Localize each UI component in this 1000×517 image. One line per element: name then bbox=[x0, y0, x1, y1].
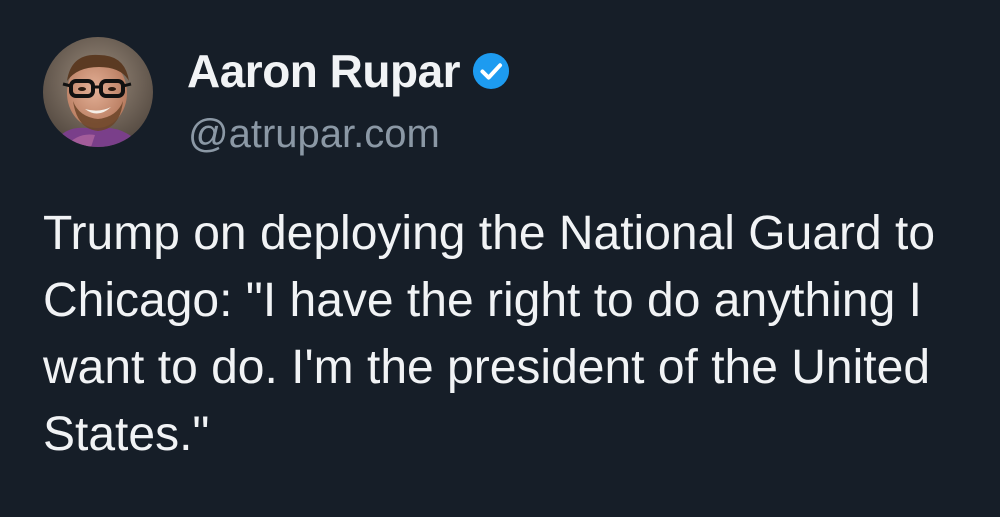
avatar-photo-icon bbox=[43, 37, 153, 147]
author-handle[interactable]: @atrupar.com bbox=[188, 108, 440, 160]
avatar[interactable] bbox=[43, 37, 153, 147]
author-name-row: Aaron Rupar bbox=[187, 40, 510, 102]
verified-badge-icon bbox=[472, 52, 510, 90]
post-text: Trump on deploying the National Guard to… bbox=[43, 207, 936, 461]
display-name[interactable]: Aaron Rupar bbox=[187, 44, 461, 98]
post-card: Aaron Rupar @atrupar.com Trump on deploy… bbox=[0, 0, 1000, 517]
